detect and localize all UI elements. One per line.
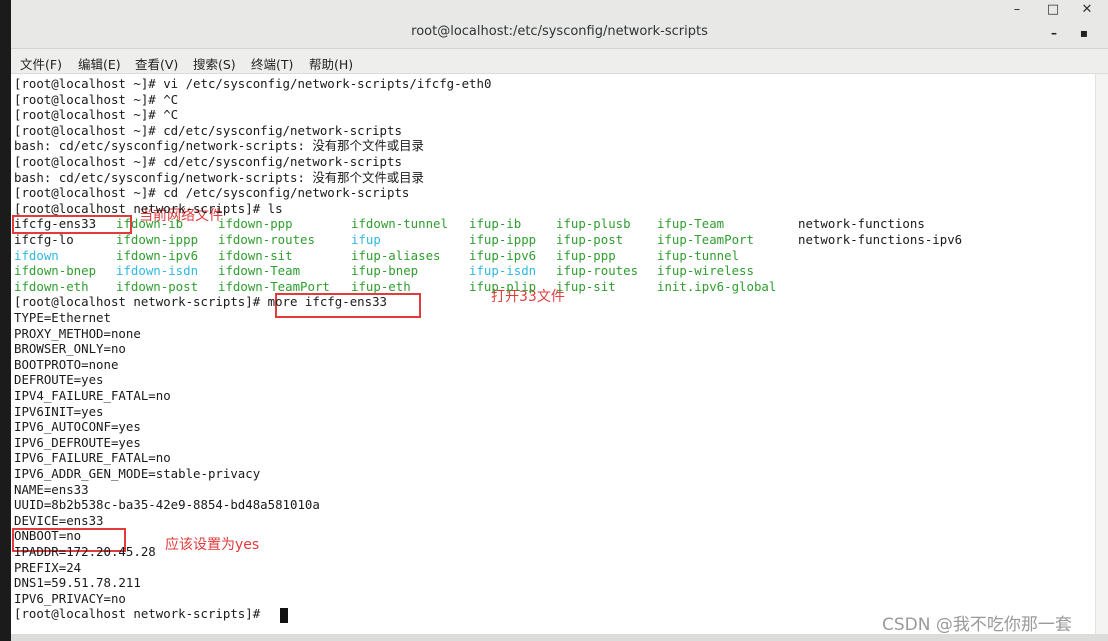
ls-entry: ifdown-post (116, 278, 199, 294)
ls-entry: ifdown-isdn (116, 263, 199, 279)
ls-entry: ifup-wireless (657, 263, 754, 279)
ls-entry: ifcfg-ens33 (14, 216, 97, 232)
watermark: CSDN @我不吃你那一套 (882, 615, 1072, 635)
terminal-line: IPV6_FAILURE_FATAL=no (14, 450, 171, 466)
ls-entry: network-functions-ipv6 (798, 232, 963, 247)
ls-entry: ifup-ib (469, 216, 522, 232)
terminal-line: bash: cd/etc/sysconfig/network-scripts: … (14, 138, 424, 154)
window-title: root@localhost:/etc/sysconfig/network-sc… (411, 24, 708, 39)
ls-entry: ifcfg-lo (14, 232, 74, 247)
terminal-line: IPADDR=172.20.45.28 (14, 544, 156, 559)
annotation-set-yes: 应该设置为yes (165, 537, 260, 553)
maximize-icon[interactable]: □ (1041, 2, 1065, 17)
terminal-line: TYPE=Ethernet (14, 310, 111, 325)
ls-entry: ifup-TeamPort (657, 232, 754, 247)
ls-entry: ifdown-Team (218, 263, 301, 279)
terminal-line: [root@localhost network-scripts]# more i… (14, 294, 387, 310)
ls-entry: ifdown-ippp (116, 232, 199, 247)
ls-entry: ifdown-ib (116, 216, 184, 232)
ls-entry: ifup-tunnel (657, 247, 740, 263)
terminal-line: PREFIX=24 (14, 559, 82, 575)
menu-bar: 文件(F) 编辑(E) 查看(V) 搜索(S) 终端(T) 帮助(H) (11, 49, 1108, 74)
menu-view[interactable]: 查看(V) (135, 54, 178, 73)
terminal-menu-icon[interactable]: ▪ (1075, 26, 1093, 40)
terminal-line: [root@localhost network-scripts]# ls (14, 200, 283, 216)
window-bottom-edge (11, 634, 1108, 641)
terminal-line: [root@localhost network-scripts]# (14, 606, 268, 622)
terminal-line: [root@localhost ~]# ^C (14, 107, 179, 123)
terminal-line: IPV6_PRIVACY=no (14, 590, 126, 606)
terminal-line: [root@localhost ~]# cd/etc/sysconfig/net… (14, 122, 402, 138)
ls-entry: ifup-ippp (469, 232, 537, 247)
ls-entry: ifup-eth (351, 278, 411, 294)
menu-file[interactable]: 文件(F) (20, 54, 62, 73)
terminal-line: BOOTPROTO=none (14, 356, 119, 372)
ls-entry: ifup-ipv6 (469, 247, 537, 263)
minimize-icon[interactable]: – (1005, 2, 1029, 17)
ls-entry: ifup (351, 232, 381, 247)
ls-entry: ifup-sit (556, 278, 616, 294)
terminal-line: ONBOOT=no (14, 528, 82, 544)
ls-entry: ifdown-eth (14, 278, 89, 294)
menu-terminal[interactable]: 终端(T) (251, 54, 293, 73)
ls-entry: ifup-Team (657, 216, 725, 232)
ls-entry: ifdown-bnep (14, 263, 97, 279)
terminal-output[interactable]: 当前网络文件 打开33文件 应该设置为yes [root@localhost ~… (11, 74, 1096, 636)
menu-search[interactable]: 搜索(S) (193, 54, 236, 73)
ls-entry: network-functions (798, 216, 925, 232)
terminal-line: IPV4_FAILURE_FATAL=no (14, 388, 171, 403)
menu-help[interactable]: 帮助(H) (309, 54, 353, 73)
ls-entry: ifup-bnep (351, 263, 419, 279)
terminal-line: IPV6INIT=yes (14, 403, 104, 419)
terminal-window: – □ ✕ root@localhost:/etc/sysconfig/netw… (11, 0, 1108, 641)
ls-entry: ifdown-tunnel (351, 216, 448, 232)
close-icon[interactable]: ✕ (1075, 2, 1099, 17)
terminal-line: [root@localhost ~]# cd/etc/sysconfig/net… (14, 154, 402, 169)
terminal-line: DNS1=59.51.78.211 (14, 575, 141, 591)
terminal-line: UUID=8b2b538c-ba35-42e9-8854-bd48a581010… (14, 497, 320, 513)
text-cursor (280, 608, 288, 623)
terminal-line: BROWSER_ONLY=no (14, 341, 126, 357)
ls-entry: ifdown (14, 247, 59, 263)
terminal-line: IPV6_DEFROUTE=yes (14, 434, 141, 450)
menu-edit[interactable]: 编辑(E) (78, 54, 121, 73)
ls-entry: ifdown-sit (218, 247, 293, 263)
terminal-line: NAME=ens33 (14, 481, 89, 497)
terminal-line: [root@localhost ~]# vi /etc/sysconfig/ne… (14, 76, 492, 91)
terminal-line: DEFROUTE=yes (14, 372, 104, 388)
ls-entry: ifdown-ppp (218, 216, 293, 232)
terminal-line: [root@localhost ~]# cd /etc/sysconfig/ne… (14, 185, 410, 201)
ls-entry: ifdown-ipv6 (116, 247, 199, 263)
ls-entry: ifup-ppp (556, 247, 616, 263)
title-bar: – □ ✕ root@localhost:/etc/sysconfig/netw… (11, 0, 1108, 49)
ls-entry: ifup-plip (469, 278, 537, 294)
desktop-edge (0, 0, 11, 641)
ls-entry: init.ipv6-global (657, 278, 777, 294)
terminal-line: [root@localhost ~]# ^C (14, 91, 179, 107)
terminal-line: DEVICE=ens33 (14, 512, 104, 528)
terminal-line: PROXY_METHOD=none (14, 325, 141, 341)
terminal-line: bash: cd/etc/sysconfig/network-scripts: … (14, 169, 424, 185)
ls-entry: ifup-isdn (469, 263, 537, 279)
terminal-minimize-icon[interactable]: – (1045, 26, 1063, 40)
terminal-line: IPV6_AUTOCONF=yes (14, 419, 141, 435)
ls-entry: ifdown-routes (218, 232, 315, 247)
ls-entry: ifup-plusb (556, 216, 631, 232)
ls-entry: ifup-routes (556, 263, 639, 279)
ls-entry: ifup-post (556, 232, 624, 247)
ls-entry: ifdown-TeamPort (218, 278, 330, 294)
scrollbar[interactable] (1095, 74, 1108, 636)
terminal-line: IPV6_ADDR_GEN_MODE=stable-privacy (14, 466, 261, 481)
ls-entry: ifup-aliases (351, 247, 441, 263)
